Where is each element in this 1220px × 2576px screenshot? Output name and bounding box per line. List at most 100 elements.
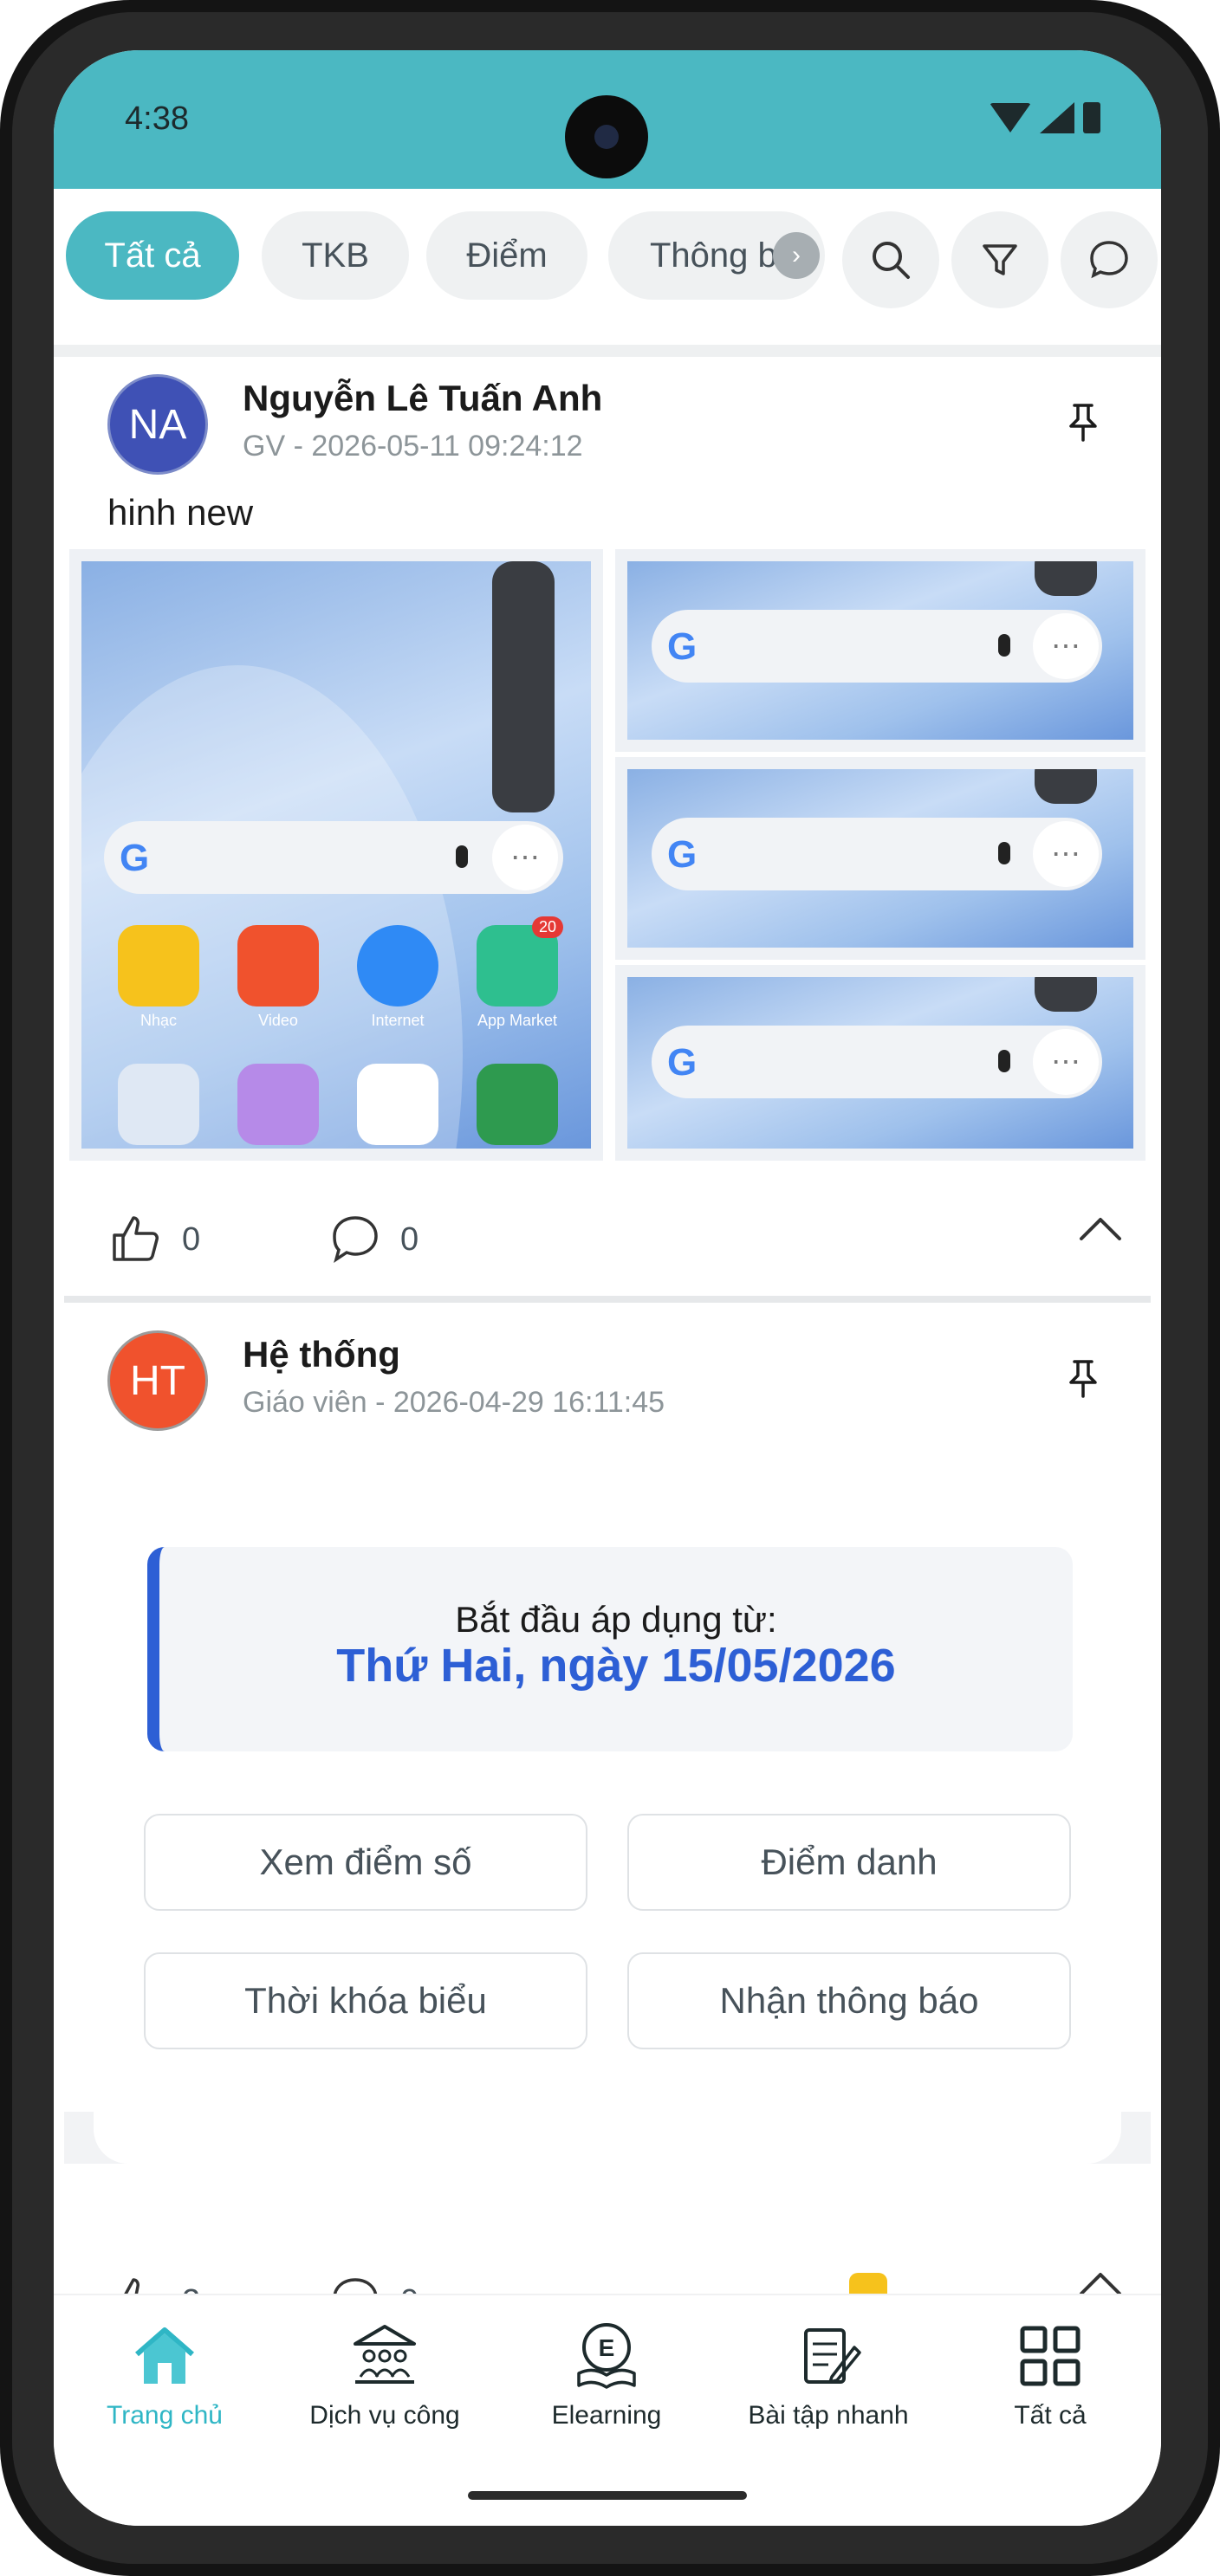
home-icon — [135, 2327, 194, 2384]
quick-exercise-icon — [804, 2328, 861, 2384]
chevron-up-icon[interactable] — [1076, 1211, 1125, 1246]
google-icon: G — [667, 833, 698, 876]
security-app-icon — [477, 1064, 558, 1145]
status-icons — [990, 102, 1100, 133]
view-grades-button[interactable]: Xem điểm số — [144, 1814, 587, 1911]
badge: 20 — [532, 916, 564, 938]
status-bar: 4:38 — [54, 50, 1161, 189]
mic-icon — [998, 634, 1010, 657]
avatar[interactable]: NA — [107, 374, 208, 475]
volume-panel — [1035, 977, 1097, 1012]
chat-button[interactable] — [1061, 211, 1158, 308]
avatar-initials: HT — [130, 1357, 185, 1404]
timetable-label: Thời khóa biểu — [244, 1980, 487, 2021]
google-search-bar: G ⋯ — [652, 610, 1102, 683]
play-store-icon — [357, 1064, 438, 1145]
wallpaper-image: G ⋯ — [627, 769, 1133, 948]
post-text: hinh new — [107, 492, 254, 533]
filter-tabs: Tất cả TKB Điểm Thông báo › — [54, 211, 1161, 308]
google-icon: G — [667, 625, 698, 668]
public-service-icon — [354, 2325, 416, 2384]
post-image[interactable]: G ⋯ — [615, 549, 1145, 752]
comment-icon[interactable] — [328, 1211, 383, 1266]
chevron-right-icon[interactable]: › — [773, 232, 820, 279]
nav-all-label: Tất cả — [1014, 2401, 1087, 2430]
mic-icon — [998, 842, 1010, 864]
tab-grades[interactable]: Điểm — [426, 211, 587, 300]
post-meta: Giáo viên - 2026-04-29 16:11:45 — [243, 1386, 665, 1419]
google-search-bar: G ⋯ — [652, 818, 1102, 890]
post-author[interactable]: Hệ thống — [243, 1334, 400, 1375]
attendance-button[interactable]: Điểm danh — [627, 1814, 1071, 1911]
notice-line1: Bắt đầu áp dụng từ: — [455, 1599, 777, 1640]
like-icon[interactable] — [107, 1211, 163, 1266]
gallery-app-icon — [237, 1064, 319, 1145]
search-icon — [873, 242, 910, 279]
post-meta: GV - 2026-05-11 09:24:12 — [243, 430, 583, 463]
app-label-video: Video — [258, 1012, 298, 1029]
nav-elearning-label: Elearning — [551, 2401, 662, 2430]
status-time: 4:38 — [125, 100, 189, 137]
volume-panel — [492, 561, 555, 812]
wallpaper-image: G ⋯ — [627, 561, 1133, 740]
filter-button[interactable] — [951, 211, 1048, 308]
nav-home[interactable]: Trang chủ — [61, 2321, 269, 2434]
nav-public-service[interactable]: Dịch vụ công — [281, 2321, 489, 2434]
post-author[interactable]: Nguyễn Lê Tuấn Anh — [243, 378, 602, 419]
avatar[interactable]: HT — [107, 1330, 208, 1431]
nav-all[interactable]: Tất cả — [946, 2321, 1154, 2434]
app-label-market: App Market — [477, 1012, 558, 1029]
timetable-button[interactable]: Thời khóa biểu — [144, 1952, 587, 2049]
nav-quick-exercise[interactable]: Bài tập nhanh — [724, 2321, 932, 2434]
post-image[interactable]: G ⋯ — [615, 757, 1145, 960]
avatar-initials: NA — [128, 401, 187, 448]
view-grades-label: Xem điểm số — [259, 1841, 472, 1882]
filter-icon — [983, 244, 1017, 275]
receive-notifications-button[interactable]: Nhận thông báo — [627, 1952, 1071, 2049]
post-image[interactable]: G ⋯ — [615, 965, 1145, 1161]
section-divider — [54, 345, 1161, 357]
card-bottom-edge — [64, 2060, 1151, 2164]
post-image[interactable]: G ⋯ Nhạc Video Internet 20 App Market — [69, 549, 603, 1161]
comment-count: 0 — [400, 1221, 419, 1258]
tab-all[interactable]: Tất cả — [66, 211, 239, 300]
grid-icon — [1020, 2326, 1080, 2386]
internet-app-icon — [357, 925, 438, 1006]
pin-icon[interactable] — [1066, 402, 1100, 443]
more-icon: ⋯ — [492, 825, 558, 890]
mic-icon — [456, 845, 468, 868]
nav-home-label: Trang chủ — [107, 2401, 223, 2430]
folder-icon — [118, 1064, 199, 1145]
pin-icon[interactable] — [1066, 1358, 1100, 1400]
mic-icon — [998, 1050, 1010, 1072]
more-icon: ⋯ — [1033, 1029, 1099, 1095]
music-app-icon — [118, 925, 199, 1006]
tab-tkb[interactable]: TKB — [262, 211, 409, 300]
battery-icon — [1083, 102, 1100, 133]
chat-icon — [1090, 241, 1128, 279]
google-icon: G — [120, 837, 150, 879]
front-camera — [565, 95, 648, 178]
more-icon: ⋯ — [1033, 821, 1099, 887]
volume-panel — [1035, 769, 1097, 804]
receive-notifications-label: Nhận thông báo — [719, 1980, 979, 2021]
nav-quick-exercise-label: Bài tập nhanh — [748, 2401, 909, 2430]
google-icon: G — [667, 1041, 698, 1084]
app-label-music: Nhạc — [140, 1012, 178, 1029]
nav-elearning[interactable]: E Elearning — [503, 2321, 711, 2434]
wallpaper-image: G ⋯ — [627, 977, 1133, 1149]
video-app-icon — [237, 925, 319, 1006]
volume-panel — [1035, 561, 1097, 596]
elearning-icon: E — [577, 2323, 636, 2389]
app-label-internet: Internet — [371, 1012, 425, 1029]
tab-announcements[interactable]: Thông báo › — [608, 211, 825, 300]
post-separator — [64, 1296, 1151, 1303]
phone-screen: 4:38 Tất cả TKB Điểm Thông báo › NA Nguy… — [54, 50, 1161, 2526]
effective-date-notice: Bắt đầu áp dụng từ: Thứ Hai, ngày 15/05/… — [147, 1547, 1073, 1751]
home-indicator[interactable] — [468, 2491, 747, 2500]
notice-date: Thứ Hai, ngày 15/05/2026 — [336, 1640, 896, 1692]
nav-public-service-label: Dịch vụ công — [309, 2401, 460, 2430]
search-button[interactable] — [842, 211, 939, 308]
wallpaper-image: G ⋯ Nhạc Video Internet 20 App Market — [81, 561, 591, 1149]
attendance-label: Điểm danh — [761, 1841, 938, 1882]
